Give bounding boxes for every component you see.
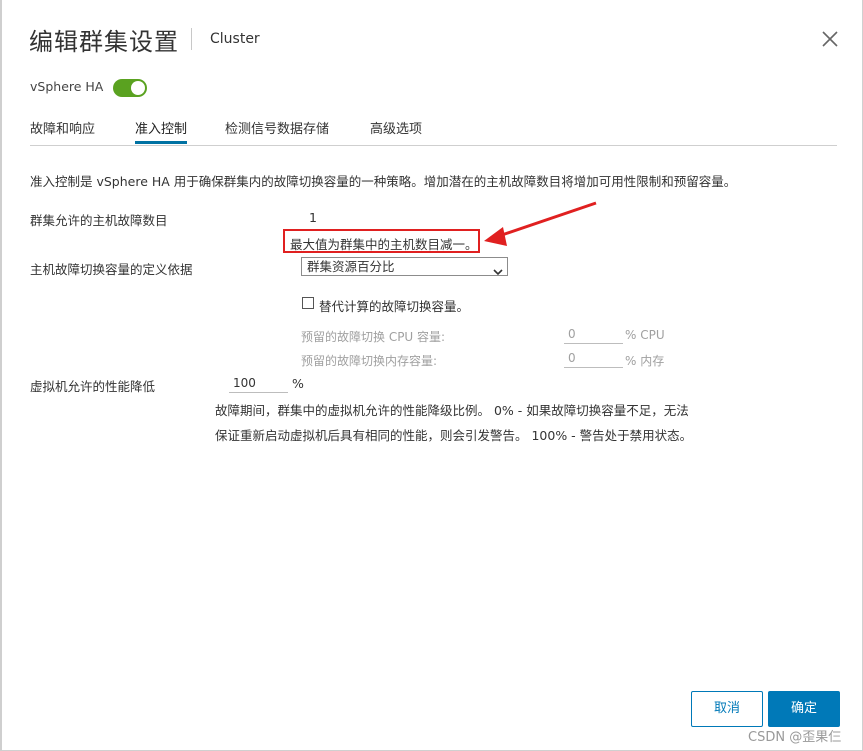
dialog-subtitle: Cluster <box>210 31 260 47</box>
mem-reserved-unit: % 内存 <box>625 354 665 368</box>
tab-heartbeat-datastores[interactable]: 检测信号数据存储 <box>225 118 329 144</box>
capacity-basis-label: 主机故障切换容量的定义依据 <box>30 262 193 277</box>
capacity-basis-select[interactable]: 群集资源百分比 <box>301 257 508 276</box>
perf-degradation-input[interactable] <box>229 373 288 393</box>
watermark: CSDN @歪果仨 <box>748 730 842 745</box>
dialog-title: 编辑群集设置 <box>29 28 179 56</box>
perf-degradation-label: 虚拟机允许的性能降低 <box>30 379 156 394</box>
override-checkbox[interactable] <box>302 297 314 309</box>
ok-button[interactable]: 确定 <box>768 691 840 727</box>
cpu-reserved-input[interactable] <box>564 324 623 344</box>
perf-help-line2: 保证重新启动虚拟机后具有相同的性能，则会引发警告。 100% - 警告处于禁用状… <box>215 428 693 443</box>
vsphere-ha-toggle[interactable] <box>113 79 147 97</box>
host-failures-value[interactable]: 1 <box>309 210 317 225</box>
window-edge <box>0 0 2 751</box>
cancel-button[interactable]: 取消 <box>691 691 763 727</box>
cpu-reserved-unit: % CPU <box>625 328 665 342</box>
perf-help-line1: 故障期间，群集中的虚拟机允许的性能降级比例。 0% - 如果故障切换容量不足，无… <box>215 403 689 418</box>
chevron-down-icon <box>493 263 503 280</box>
override-checkbox-label: 替代计算的故障切换容量。 <box>319 299 470 314</box>
toggle-knob <box>131 81 145 95</box>
tab-admission-control[interactable]: 准入控制 <box>135 118 188 144</box>
vsphere-ha-label: vSphere HA <box>30 79 104 94</box>
capacity-basis-value: 群集资源百分比 <box>307 259 395 274</box>
cpu-reserved-label: 预留的故障切换 CPU 容量: <box>301 330 446 344</box>
tab-advanced-options[interactable]: 高级选项 <box>370 118 422 144</box>
title-separator <box>191 28 192 50</box>
admission-description: 准入控制是 vSphere HA 用于确保群集内的故障切换容量的一种策略。增加潜… <box>30 174 737 189</box>
mem-reserved-input[interactable] <box>564 348 623 368</box>
perf-degradation-unit: % <box>292 376 304 391</box>
mem-reserved-label: 预留的故障切换内存容量: <box>301 354 438 368</box>
host-failures-label: 群集允许的主机故障数目 <box>30 213 168 228</box>
host-failures-hint: 最大值为群集中的主机数目减一。 <box>290 237 478 252</box>
tab-bar: 故障和响应 准入控制 检测信号数据存储 高级选项 <box>30 118 837 146</box>
tab-failures-responses[interactable]: 故障和响应 <box>30 118 95 144</box>
close-icon[interactable] <box>818 27 842 51</box>
